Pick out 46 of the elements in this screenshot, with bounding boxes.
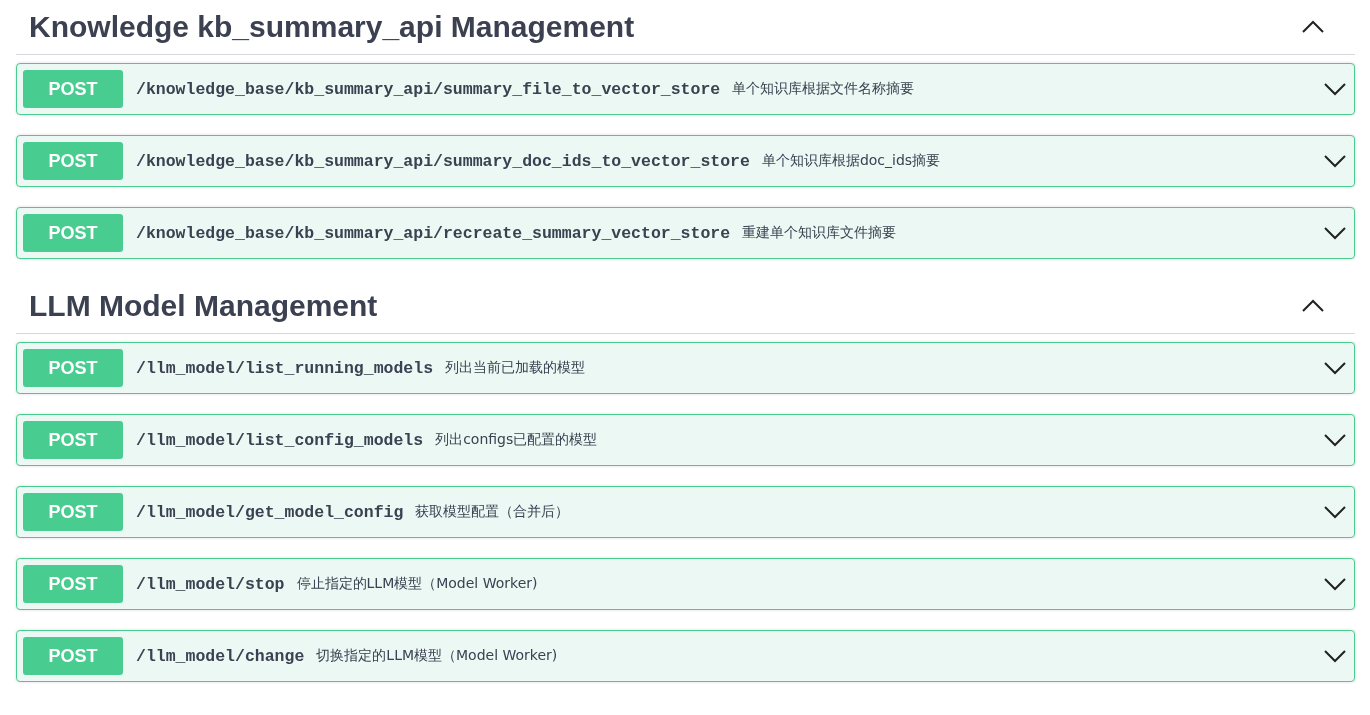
- endpoint-summary: 切换指定的LLM模型（Model Worker): [316, 647, 559, 665]
- endpoint-row[interactable]: POST /llm_model/list_running_models 列出当前已加载的模型: [16, 342, 1355, 394]
- chevron-down-icon[interactable]: [1324, 577, 1346, 591]
- endpoint-summary: 单个知识库根据doc_ids摘要: [761, 152, 942, 170]
- chevron-down-icon[interactable]: [1324, 226, 1346, 240]
- endpoint-summary: 列出当前已加载的模型: [445, 359, 587, 377]
- chevron-down-icon[interactable]: [1324, 361, 1346, 375]
- endpoint-path: /llm_model/change: [136, 646, 305, 666]
- endpoint-path: /llm_model/list_running_models: [136, 358, 434, 378]
- method-badge: POST: [23, 493, 123, 531]
- endpoint-row[interactable]: POST /llm_model/stop 停止指定的LLM模型（Model Worker): [16, 558, 1355, 610]
- endpoint-summary: 获取模型配置（合并后）: [415, 503, 571, 521]
- method-badge: POST: [23, 637, 123, 675]
- endpoint-path: /knowledge_base/kb_summary_api/summary_doc_ids_to_vector_store: [136, 151, 750, 171]
- endpoint-summary: 重建单个知识库文件摘要: [742, 224, 898, 242]
- endpoint-row[interactable]: POST /knowledge_base/kb_summary_api/recreate_summary_vector_store 重建单个知识库文件摘要: [16, 207, 1355, 259]
- endpoint-summary: 单个知识库根据文件名称摘要: [732, 80, 916, 98]
- endpoint-path: /llm_model/stop: [136, 574, 285, 594]
- chevron-up-icon: [1301, 20, 1325, 34]
- chevron-down-icon[interactable]: [1324, 433, 1346, 447]
- endpoint-path: /knowledge_base/kb_summary_api/summary_file_to_vector_store: [136, 79, 721, 99]
- chevron-down-icon[interactable]: [1324, 154, 1346, 168]
- chevron-down-icon[interactable]: [1324, 82, 1346, 96]
- endpoint-path: /knowledge_base/kb_summary_api/recreate_summary_vector_store: [136, 223, 731, 243]
- endpoint-row[interactable]: POST /llm_model/list_config_models 列出configs已配置的模型: [16, 414, 1355, 466]
- endpoint-row[interactable]: POST /llm_model/get_model_config 获取模型配置（合并后）: [16, 486, 1355, 538]
- endpoint-row[interactable]: POST /llm_model/change 切换指定的LLM模型（Model Worker): [16, 630, 1355, 682]
- method-badge: POST: [23, 565, 123, 603]
- endpoint-path: /llm_model/list_config_models: [136, 430, 424, 450]
- endpoint-row[interactable]: POST /knowledge_base/kb_summary_api/summary_file_to_vector_store 单个知识库根据文件名称摘要: [16, 63, 1355, 115]
- method-badge: POST: [23, 142, 123, 180]
- endpoint-summary: 停止指定的LLM模型（Model Worker): [296, 575, 539, 593]
- section-toggle-button[interactable]: [1301, 299, 1325, 313]
- section-title: LLM Model Management: [29, 289, 378, 323]
- method-badge: POST: [23, 214, 123, 252]
- endpoint-summary: 列出configs已配置的模型: [435, 431, 599, 449]
- chevron-down-icon[interactable]: [1324, 505, 1346, 519]
- method-badge: POST: [23, 70, 123, 108]
- method-badge: POST: [23, 421, 123, 459]
- section-toggle-button[interactable]: [1301, 20, 1325, 34]
- endpoint-path: /llm_model/get_model_config: [136, 502, 404, 522]
- method-badge: POST: [23, 349, 123, 387]
- endpoint-row[interactable]: POST /knowledge_base/kb_summary_api/summary_doc_ids_to_vector_store 单个知识库根据doc_ids摘要: [16, 135, 1355, 187]
- chevron-up-icon: [1301, 299, 1325, 313]
- section-title: Knowledge kb_summary_api Management: [29, 10, 635, 44]
- chevron-down-icon[interactable]: [1324, 649, 1346, 663]
